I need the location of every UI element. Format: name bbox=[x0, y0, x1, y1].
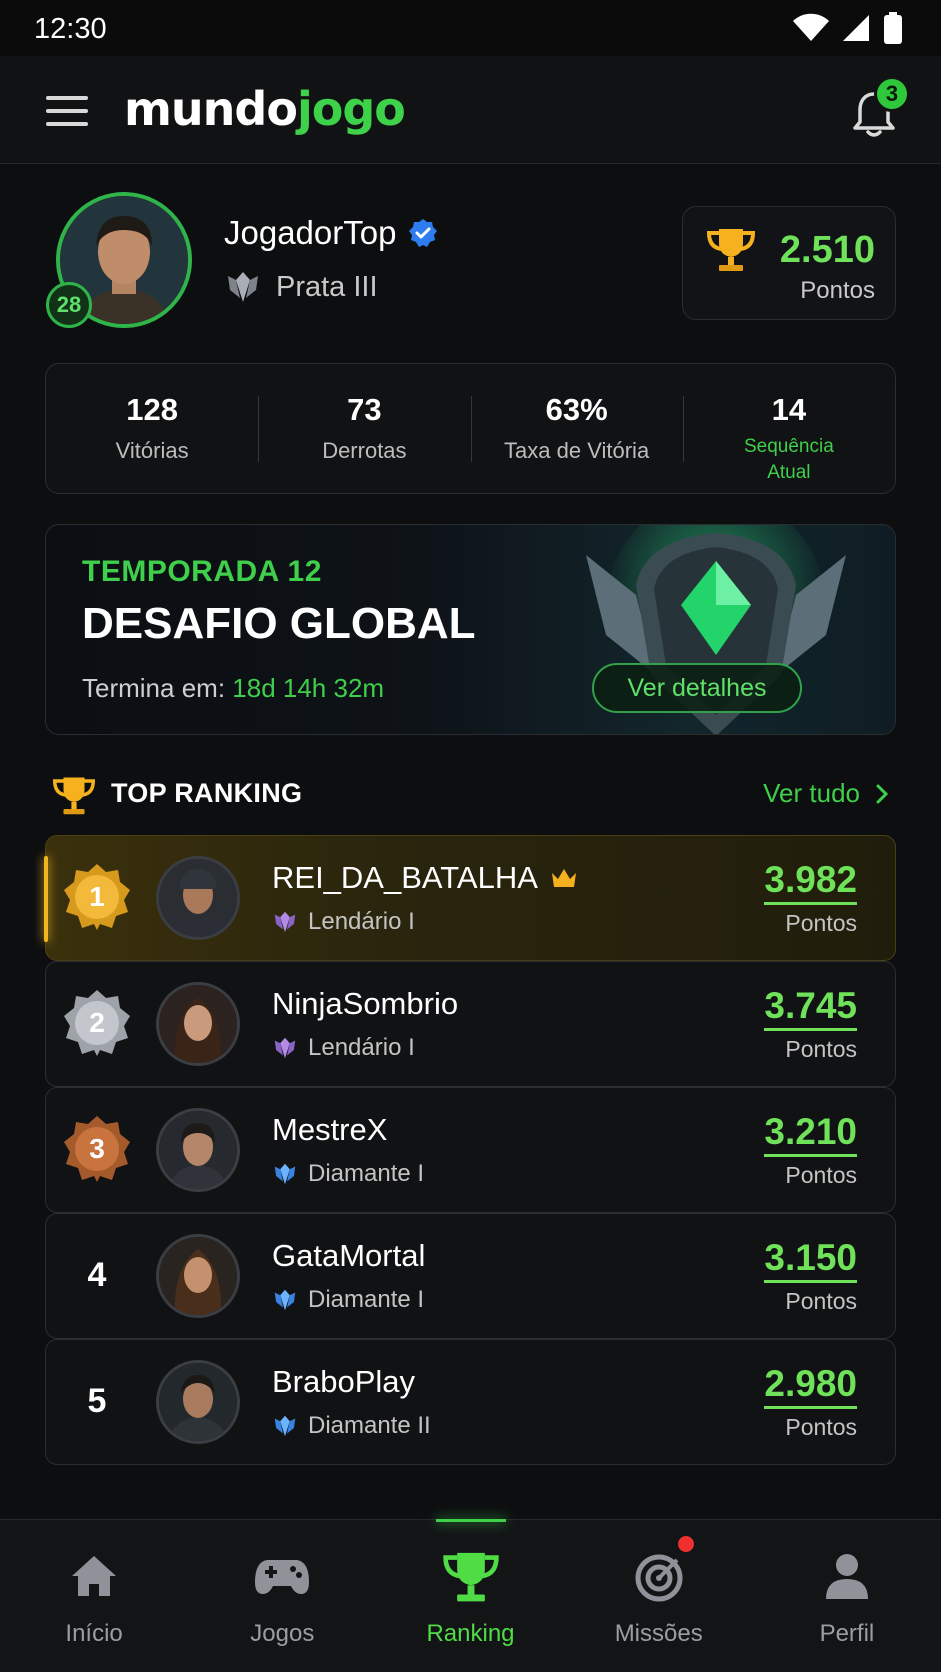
nav-home[interactable]: Início bbox=[0, 1520, 188, 1672]
avatar[interactable] bbox=[156, 1234, 240, 1318]
missions-notification-dot bbox=[678, 1536, 694, 1552]
ranking-row[interactable]: 4 GataMortal Diamante I 3.150 Pontos bbox=[45, 1213, 896, 1339]
diamond-rank-icon bbox=[274, 1415, 296, 1437]
player-tier: Diamante I bbox=[272, 1160, 424, 1188]
bronze-medal-icon: 3 bbox=[62, 1114, 132, 1184]
status-time: 12:30 bbox=[34, 13, 107, 45]
player-score: 3.210 bbox=[764, 1112, 857, 1157]
player-name: BraboPlay bbox=[272, 1364, 416, 1399]
stat-streak: 14 Sequência Atual bbox=[682, 364, 895, 493]
nav-missions[interactable]: Missões bbox=[565, 1520, 753, 1672]
player-score: 3.745 bbox=[764, 986, 857, 1031]
stat-win-rate: 63% Taxa de Vitória bbox=[470, 364, 683, 493]
rank-position: 4 bbox=[87, 1255, 107, 1294]
stat-losses: 73 Derrotas bbox=[258, 364, 470, 493]
ranking-row[interactable]: 5 BraboPlay Diamante II 2.980 Pontos bbox=[45, 1339, 896, 1465]
ranking-title: TOP RANKING bbox=[111, 778, 303, 808]
target-icon bbox=[635, 1554, 683, 1602]
profile-rank: Prata III bbox=[224, 270, 378, 304]
player-name: REI_DA_BATALHA bbox=[272, 860, 578, 896]
player-score: 2.980 bbox=[764, 1364, 857, 1409]
home-icon bbox=[72, 1556, 117, 1596]
diamond-rank-icon bbox=[274, 1289, 296, 1311]
gold-medal-icon: 1 bbox=[62, 862, 132, 932]
battery-icon bbox=[884, 12, 902, 44]
banner-countdown: Termina em: 18d 14h 32m bbox=[82, 673, 385, 703]
ranking-row[interactable]: 2 NinjaSombrio Lendário I 3.745 Pontos bbox=[45, 961, 896, 1087]
wifi-icon bbox=[793, 13, 829, 42]
notification-badge: 3 bbox=[874, 76, 910, 112]
player-name: NinjaSombrio bbox=[272, 986, 459, 1021]
gamepad-icon bbox=[255, 1560, 310, 1594]
diamond-rank-icon bbox=[274, 1163, 296, 1185]
points-label: Pontos bbox=[785, 1036, 857, 1062]
points-label: Pontos bbox=[785, 910, 857, 936]
nav-profile[interactable]: Perfil bbox=[753, 1520, 941, 1672]
bottom-navigation: Início Jogos Ranking Missões Perfil bbox=[0, 1519, 941, 1672]
nav-games[interactable]: Jogos bbox=[188, 1520, 376, 1672]
status-icons bbox=[793, 12, 903, 44]
crown-icon bbox=[551, 869, 576, 887]
points-label: Pontos bbox=[785, 1162, 857, 1188]
view-details-button[interactable]: Ver detalhes bbox=[592, 663, 802, 713]
ranking-row[interactable]: 1 REI_DA_BATALHA Lendário I 3.982 Pontos bbox=[44, 835, 896, 961]
ranking-header: TOP RANKING Ver tudo bbox=[45, 770, 896, 816]
level-badge: 28 bbox=[46, 282, 92, 328]
player-name: GataMortal bbox=[272, 1238, 426, 1273]
player-tier: Lendário I bbox=[272, 1034, 415, 1062]
signal-icon bbox=[843, 15, 869, 41]
silver-rank-icon bbox=[228, 272, 258, 302]
rank-position: 5 bbox=[87, 1381, 107, 1420]
user-icon bbox=[825, 1554, 868, 1599]
avatar[interactable] bbox=[156, 982, 240, 1066]
silver-medal-icon: 2 bbox=[62, 988, 132, 1058]
player-score: 3.982 bbox=[764, 860, 857, 905]
player-name: MestreX bbox=[272, 1112, 388, 1147]
points-label: Pontos bbox=[800, 277, 875, 304]
trophy-icon bbox=[52, 777, 96, 815]
points-card: 2.510 Pontos bbox=[682, 206, 896, 320]
avatar[interactable] bbox=[156, 1360, 240, 1444]
stat-wins: 128 Vitórias bbox=[115, 392, 189, 463]
player-score: 3.150 bbox=[764, 1238, 857, 1283]
profile-username: JogadorTop bbox=[224, 214, 438, 252]
top-app-bar: mundojogo 3 bbox=[0, 56, 941, 164]
see-all-link[interactable]: Ver tudo bbox=[763, 778, 888, 809]
trophy-icon bbox=[706, 229, 756, 271]
season-label: TEMPORADA 12 bbox=[82, 555, 322, 588]
nav-ranking[interactable]: Ranking bbox=[376, 1520, 564, 1672]
player-tier: Diamante I bbox=[272, 1286, 424, 1314]
chevron-right-icon bbox=[876, 784, 888, 803]
trophy-icon bbox=[442, 1552, 499, 1602]
banner-title: DESAFIO GLOBAL bbox=[82, 599, 476, 648]
stats-card: 128 Vitórias 73 Derrotas 63% Taxa de Vit… bbox=[45, 363, 896, 494]
points-label: Pontos bbox=[785, 1288, 857, 1314]
player-tier: Diamante II bbox=[272, 1412, 431, 1440]
ranking-row[interactable]: 3 MestreX Diamante I 3.210 Pontos bbox=[45, 1087, 896, 1213]
hamburger-menu-icon[interactable] bbox=[46, 96, 88, 128]
avatar[interactable] bbox=[156, 856, 240, 940]
ranking-list: 1 REI_DA_BATALHA Lendário I 3.982 Pontos… bbox=[44, 835, 896, 1465]
status-bar: 12:30 bbox=[0, 0, 941, 56]
app-logo[interactable]: mundojogo bbox=[124, 82, 406, 136]
player-tier: Lendário I bbox=[272, 908, 415, 936]
legendary-rank-icon bbox=[274, 911, 296, 933]
legendary-rank-icon bbox=[274, 1037, 296, 1059]
verified-icon bbox=[409, 219, 438, 247]
points-label: Pontos bbox=[785, 1414, 857, 1440]
avatar[interactable] bbox=[156, 1108, 240, 1192]
points-value: 2.510 bbox=[779, 229, 875, 271]
season-banner[interactable]: TEMPORADA 12 DESAFIO GLOBAL Termina em: … bbox=[45, 524, 896, 735]
